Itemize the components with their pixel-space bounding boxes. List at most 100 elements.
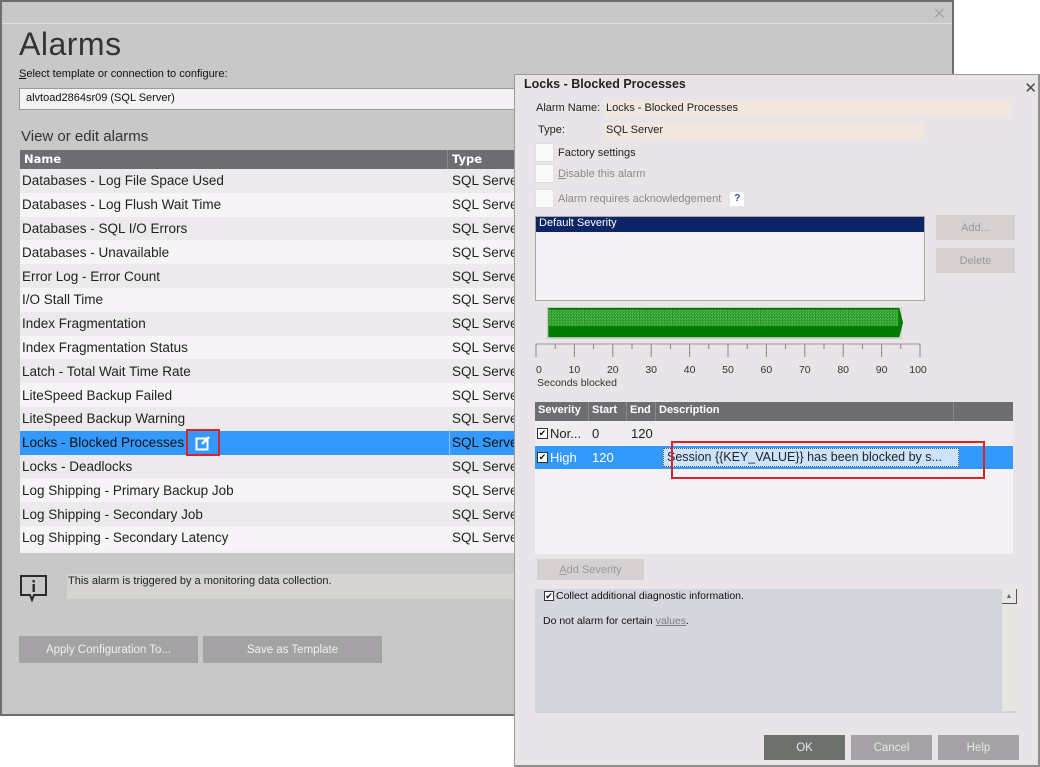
help-icon[interactable]: ? (730, 191, 745, 206)
severity-description-input[interactable]: Session {{KEY_VALUE}} has been blocked b… (663, 448, 959, 467)
gauge-bar[interactable] (535, 307, 919, 340)
disable-alarm-checkbox[interactable] (535, 164, 554, 183)
connection-select[interactable]: alvtoad2864sr09 (SQL Server) (19, 88, 539, 110)
threshold-gauge: 0 10 20 30 40 50 60 70 80 90 100 Seconds blocked (535, 305, 931, 395)
gauge-tick-label: 90 (876, 364, 888, 376)
severity-table: Severity Start End Description ✔ Nor... … (535, 402, 1013, 554)
severity-list-item[interactable]: Default Severity (536, 217, 924, 232)
severity-row-high[interactable]: ✔ High 120 Session {{KEY_VALUE}} has bee… (535, 446, 1013, 469)
alarm-name-label: Alarm Name: (536, 102, 601, 114)
do-not-alarm-text: Do not alarm for certain values. (543, 615, 689, 627)
collect-diagnostic-checkbox[interactable]: ✔ (544, 591, 554, 601)
dialog-close-icon[interactable]: ✕ (1024, 79, 1037, 97)
main-close-icon[interactable]: ✕ (933, 4, 946, 23)
diagnostic-scrollbar[interactable]: ▲ (1001, 589, 1017, 711)
alarm-name: Databases - SQL I/O Errors (20, 221, 450, 236)
alarm-name: Error Log - Error Count (20, 269, 450, 284)
alarm-name-text: Databases - Unavailable (22, 244, 170, 260)
cancel-button[interactable]: Cancel (851, 735, 932, 760)
gauge-tick-label: 60 (761, 364, 773, 376)
scroll-up-icon[interactable]: ▲ (1002, 589, 1017, 604)
ok-button[interactable]: OK (764, 735, 845, 760)
factory-settings-checkbox[interactable] (535, 143, 554, 162)
column-header-end[interactable]: End (627, 402, 656, 421)
gauge-tick-label: 100 (909, 364, 927, 376)
alarm-name: LiteSpeed Backup Failed (20, 388, 450, 403)
alarm-name-text: LiteSpeed Backup Failed (22, 387, 173, 403)
severity-start: 0 (592, 426, 600, 441)
gauge-tick-label: 80 (837, 364, 849, 376)
column-header-start[interactable]: Start (589, 402, 627, 421)
gauge-tick-label: 20 (607, 364, 619, 376)
alarm-row[interactable]: Locks - Blocked Processes SQL Serve (20, 429, 540, 457)
requires-ack-checkbox[interactable] (535, 189, 554, 208)
edit-icon (195, 435, 210, 451)
alarm-name-text: Index Fragmentation (22, 316, 146, 332)
alarm-name-text: Index Fragmentation Status (22, 339, 188, 355)
alarm-row[interactable]: LiteSpeed Backup Warning SQL Serve (20, 406, 540, 431)
disable-alarm-label: Disable this alarm (558, 167, 646, 180)
alarm-row[interactable]: I/O Stall Time SQL Serve (20, 287, 540, 312)
alarm-name: Index Fragmentation Status (20, 340, 450, 355)
alarm-name-text: Databases - Log Flush Wait Time (22, 197, 222, 213)
section-title: View or edit alarms (21, 128, 149, 145)
factory-settings-label: Factory settings (558, 146, 636, 159)
apply-configuration-button[interactable]: Apply Configuration To... (19, 636, 198, 663)
add-severity-button[interactable]: Add Severity (537, 559, 644, 580)
alarms-table-body: Databases - Log File Space Used SQL Serve… (20, 169, 540, 550)
alarm-row[interactable]: LiteSpeed Backup Failed SQL Serve (20, 383, 540, 407)
page-title: Alarms (19, 26, 122, 62)
delete-severity-level-button[interactable]: Delete (936, 248, 1015, 273)
factory-settings-row: Factory settings (535, 143, 636, 162)
alarm-row[interactable]: Latch - Total Wait Time Rate SQL Serve (20, 359, 540, 384)
alarm-row[interactable]: Log Shipping - Secondary Latency SQL Serv… (20, 525, 540, 550)
edit-alarm-button[interactable] (186, 429, 221, 457)
alarm-name: Log Shipping - Secondary Job (20, 507, 450, 522)
collect-diagnostic-row: ✔ Collect additional diagnostic informat… (544, 590, 744, 602)
severity-name: High (550, 450, 577, 465)
alarm-name: LiteSpeed Backup Warning (20, 411, 450, 426)
alarm-row[interactable]: Log Shipping - Primary Backup Job SQL Ser… (20, 478, 540, 503)
alarm-name: Databases - Unavailable (20, 245, 450, 260)
column-header-description[interactable]: Description (656, 402, 954, 421)
severity-row-normal[interactable]: ✔ Nor... 0 120 (535, 422, 1013, 445)
alarms-table-header: Name Type (20, 150, 540, 169)
alarm-name: Latch - Total Wait Time Rate (20, 364, 450, 379)
alarm-name-text: Error Log - Error Count (22, 268, 161, 284)
alarm-row[interactable]: Index Fragmentation SQL Serve (20, 311, 540, 336)
alarm-row[interactable]: Databases - SQL I/O Errors SQL Serve (20, 216, 540, 241)
severity-enabled-checkbox[interactable]: ✔ (537, 428, 548, 439)
gauge-axis-label: Seconds blocked (537, 377, 617, 389)
alarm-name-text: Locks - Blocked Processes (22, 435, 185, 451)
save-as-template-button[interactable]: Save as Template (203, 636, 382, 663)
alarm-row[interactable]: Databases - Unavailable SQL Serve (20, 240, 540, 265)
disable-alarm-row: Disable this alarm (535, 164, 645, 183)
values-link[interactable]: values (656, 615, 686, 627)
alarms-table: Name Type Databases - Log File Space Use… (20, 150, 540, 553)
alarm-name: Index Fragmentation (20, 316, 450, 331)
gauge-fill-texture (548, 309, 899, 327)
alarm-row[interactable]: Index Fragmentation Status SQL Serve (20, 335, 540, 360)
alarm-row[interactable]: Error Log - Error Count SQL Serve (20, 264, 540, 288)
severity-list[interactable]: Default Severity (535, 216, 925, 301)
alarm-info-text: This alarm is triggered by a monitoring … (67, 574, 527, 599)
requires-ack-label: Alarm requires acknowledgement (558, 192, 722, 205)
alarm-row[interactable]: Locks - Deadlocks SQL Serve (20, 454, 540, 479)
connection-select-label: Select template or connection to configu… (19, 68, 228, 80)
severity-enabled-checkbox[interactable]: ✔ (537, 452, 548, 463)
alarm-name-text: Log Shipping - Secondary Latency (22, 530, 229, 546)
alarm-name: Locks - Deadlocks (20, 459, 450, 474)
help-button[interactable]: Help (938, 735, 1019, 760)
alarm-row[interactable]: Databases - Log Flush Wait Time SQL Serve (20, 192, 540, 217)
alarm-name: I/O Stall Time (20, 292, 450, 307)
column-header-severity[interactable]: Severity (535, 402, 589, 421)
gauge-tick-label: 0 (536, 364, 542, 376)
alarm-row[interactable]: Databases - Log File Space Used SQL Serve (20, 169, 540, 193)
add-severity-level-button[interactable]: Add... (936, 215, 1015, 240)
gauge-tick-label: 30 (645, 364, 657, 376)
alarm-row[interactable]: Log Shipping - Secondary Job SQL Serve (20, 502, 540, 526)
alarm-name-text: Databases - SQL I/O Errors (22, 220, 188, 236)
alarm-name-text: Latch - Total Wait Time Rate (22, 363, 191, 379)
column-header-name[interactable]: Name (20, 150, 448, 169)
severity-end: 120 (631, 426, 653, 441)
